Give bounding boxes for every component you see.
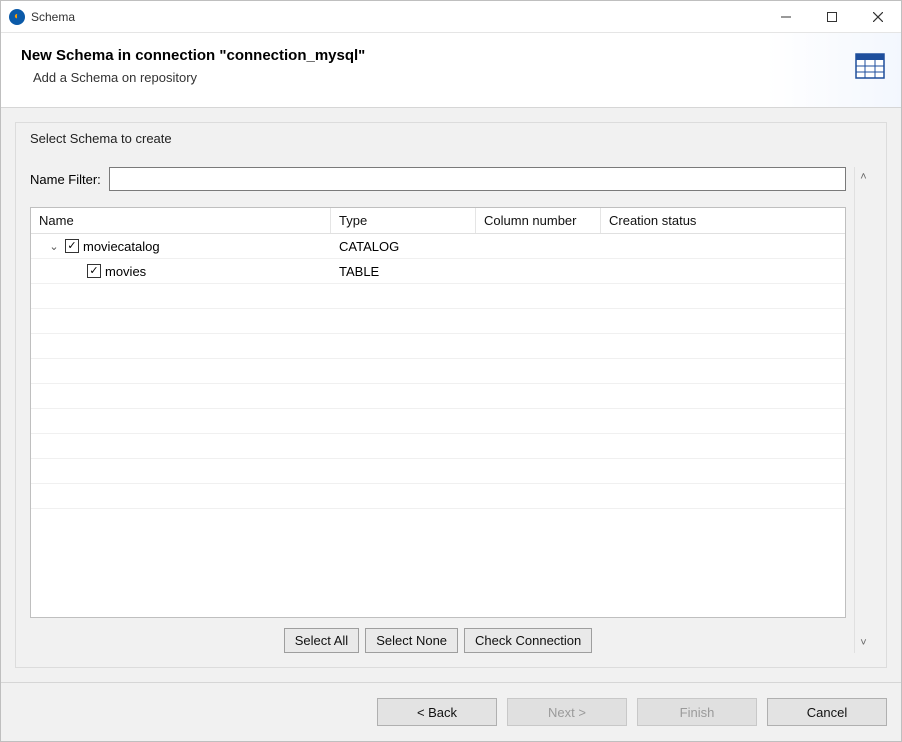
cell-column-number bbox=[476, 269, 601, 273]
dialog-window: ◐ Schema New Schema in connection "conne… bbox=[0, 0, 902, 742]
cell-type: CATALOG bbox=[331, 237, 476, 256]
close-button[interactable] bbox=[855, 1, 901, 32]
cancel-button[interactable]: Cancel bbox=[767, 698, 887, 726]
dialog-header: New Schema in connection "connection_mys… bbox=[1, 33, 901, 108]
filter-label: Name Filter: bbox=[30, 172, 101, 187]
column-header-type[interactable]: Type bbox=[331, 208, 476, 233]
back-button[interactable]: < Back bbox=[377, 698, 497, 726]
table-row-empty bbox=[31, 384, 845, 409]
table-row-empty bbox=[31, 334, 845, 359]
table-row-empty bbox=[31, 409, 845, 434]
app-icon: ◐ bbox=[9, 9, 25, 25]
column-header-column-number[interactable]: Column number bbox=[476, 208, 601, 233]
minimize-icon bbox=[781, 12, 791, 22]
close-icon bbox=[873, 12, 883, 22]
next-button: Next > bbox=[507, 698, 627, 726]
content-area: Select Schema to create Name Filter: Nam… bbox=[1, 108, 901, 683]
cell-column-number bbox=[476, 244, 601, 248]
titlebar: ◐ Schema bbox=[1, 1, 901, 33]
wizard-footer: < Back Next > Finish Cancel bbox=[1, 683, 901, 741]
row-checkbox[interactable] bbox=[87, 264, 101, 278]
row-name-label: movies bbox=[105, 264, 146, 279]
column-header-name[interactable]: Name bbox=[31, 208, 331, 233]
table-row-empty bbox=[31, 359, 845, 384]
cell-type: TABLE bbox=[331, 262, 476, 281]
table-grid-icon bbox=[855, 53, 885, 79]
table-row-empty bbox=[31, 459, 845, 484]
finish-button: Finish bbox=[637, 698, 757, 726]
scroll-up-icon: ˄ bbox=[860, 171, 866, 183]
cell-name: movies bbox=[31, 262, 331, 281]
maximize-button[interactable] bbox=[809, 1, 855, 32]
name-filter-input[interactable] bbox=[109, 167, 846, 191]
check-connection-button[interactable]: Check Connection bbox=[464, 628, 592, 653]
schema-group: Select Schema to create Name Filter: Nam… bbox=[15, 122, 887, 668]
table-body: ⌄ moviecatalogCATALOG moviesTABLE bbox=[31, 234, 845, 617]
minimize-button[interactable] bbox=[763, 1, 809, 32]
schema-table: Name Type Column number Creation status … bbox=[30, 207, 846, 618]
page-subtitle: Add a Schema on repository bbox=[21, 70, 881, 85]
table-row-empty bbox=[31, 434, 845, 459]
row-checkbox[interactable] bbox=[65, 239, 79, 253]
table-header: Name Type Column number Creation status bbox=[31, 208, 845, 234]
table-row-empty bbox=[31, 309, 845, 334]
cell-creation-status bbox=[601, 244, 845, 248]
page-title: New Schema in connection "connection_mys… bbox=[21, 47, 881, 64]
vertical-scrollbar[interactable]: ˄ ˅ bbox=[854, 167, 872, 653]
window-controls bbox=[763, 1, 901, 32]
select-none-button[interactable]: Select None bbox=[365, 628, 458, 653]
cell-creation-status bbox=[601, 269, 845, 273]
table-row-empty bbox=[31, 284, 845, 309]
filter-row: Name Filter: bbox=[30, 167, 846, 191]
row-name-label: moviecatalog bbox=[83, 239, 160, 254]
column-header-creation-status[interactable]: Creation status bbox=[601, 208, 845, 233]
table-row-empty bbox=[31, 484, 845, 509]
maximize-icon bbox=[827, 12, 837, 22]
scroll-down-icon: ˅ bbox=[860, 637, 866, 649]
table-row[interactable]: ⌄ moviecatalogCATALOG bbox=[31, 234, 845, 259]
group-legend: Select Schema to create bbox=[30, 131, 172, 146]
table-row[interactable]: movies TABLE bbox=[31, 259, 845, 284]
expand-chevron-icon[interactable]: ⌄ bbox=[47, 240, 61, 253]
window-title: Schema bbox=[31, 10, 75, 24]
select-all-button[interactable]: Select All bbox=[284, 628, 359, 653]
table-buttons: Select All Select None Check Connection bbox=[30, 628, 846, 653]
cell-name: ⌄ moviecatalog bbox=[31, 237, 331, 256]
